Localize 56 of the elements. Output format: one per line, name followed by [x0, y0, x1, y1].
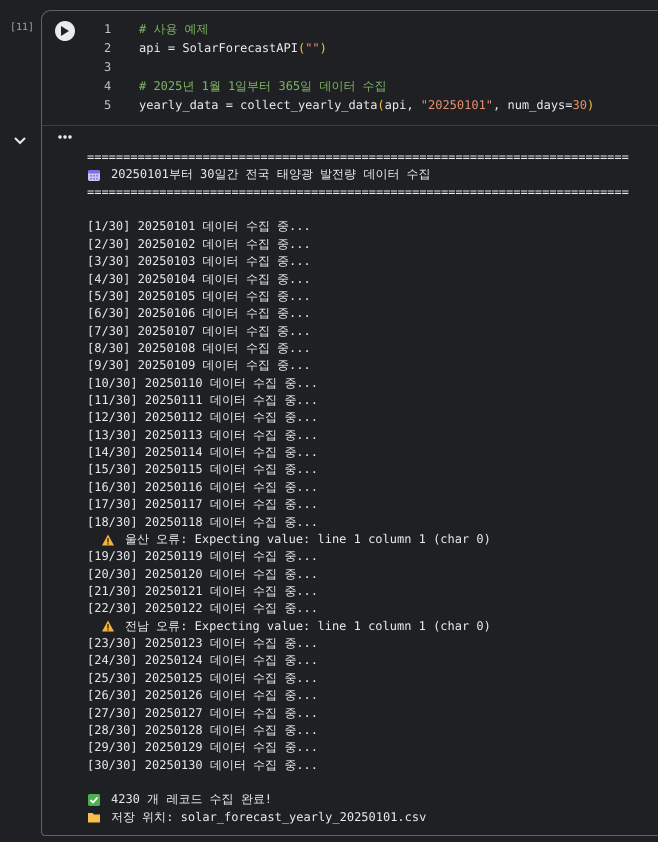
line-number: 4 [103, 78, 112, 95]
line-number: 2 [103, 40, 112, 57]
warning-icon [101, 619, 115, 634]
collapse-chevron-icon[interactable] [14, 137, 26, 145]
output-text: [24/30] 20250124 데이터 수집 중... [87, 652, 318, 670]
output-text: [2/30] 20250102 데이터 수집 중... [87, 236, 311, 253]
calendar-icon [87, 168, 101, 182]
output-text: [16/30] 20250116 데이터 수집 중... [87, 478, 318, 496]
line-number: 1 [103, 21, 112, 38]
code-comment: # 2025년 1월 1일부터 365일 데이터 수집 [138, 78, 387, 95]
output-text: [18/30] 20250118 데이터 수집 중... [87, 514, 318, 531]
more-icon[interactable] [58, 135, 72, 139]
output-text: [7/30] 20250107 데이터 수집 중... [87, 322, 311, 340]
output-text: 20250101부터 30일간 전국 태양광 발전량 데이터 수집 [111, 166, 431, 184]
line-number: 5 [103, 97, 112, 114]
check-mark-icon [87, 792, 101, 807]
code-line: yearly_data = collect_yearly_data(api, "20250101", num_days=30) [138, 97, 594, 114]
output-text: [14/30] 20250114 데이터 수집 중... [87, 444, 318, 462]
output-text: [6/30] 20250106 데이터 수집 중... [87, 305, 311, 322]
output-text: [3/30] 20250103 데이터 수집 중... [87, 253, 311, 270]
output-text: [23/30] 20250123 데이터 수집 중... [87, 635, 318, 652]
output-text: [20/30] 20250120 데이터 수집 중... [87, 566, 318, 583]
output-text: [4/30] 20250104 데이터 수집 중... [87, 270, 311, 288]
output-text: [26/30] 20250126 데이터 수집 중... [87, 687, 318, 704]
output-text: [30/30] 20250130 데이터 수집 중... [87, 756, 318, 774]
execution-count: [11] [10, 22, 34, 33]
output-text: [5/30] 20250105 데이터 수집 중... [87, 288, 311, 305]
folder-icon [87, 810, 101, 824]
output-text: [19/30] 20250119 데이터 수집 중... [87, 548, 318, 566]
code-line: api = SolarForecastAPI("") [138, 40, 327, 57]
output-text: [15/30] 20250115 데이터 수집 중... [87, 461, 318, 478]
output-text: 저장 위치: solar_forecast_yearly_20250101.csv [111, 808, 426, 826]
output-text: [13/30] 20250113 데이터 수집 중... [87, 426, 318, 444]
output-text: [28/30] 20250128 데이터 수집 중... [87, 722, 318, 739]
output-text: [22/30] 20250122 데이터 수집 중... [87, 600, 318, 618]
output-text: [8/30] 20250108 데이터 수집 중... [87, 340, 311, 357]
output-text: [25/30] 20250125 데이터 수집 중... [87, 670, 318, 687]
output-text: [10/30] 20250110 데이터 수집 중... [87, 374, 318, 392]
separator-line-text: =========================================================================== [87, 184, 629, 201]
play-icon [60, 26, 68, 36]
output-text: [11/30] 20250111 데이터 수집 중... [87, 392, 318, 410]
output-text: [12/30] 20250112 데이터 수집 중... [87, 409, 318, 426]
output-text: 울산 오류: Expecting value: line 1 column 1 (char 0) [125, 530, 491, 548]
output-text: 4230 개 레코드 수집 완료! [111, 791, 272, 808]
output-text: [9/30] 20250109 데이터 수집 중... [87, 357, 311, 374]
output-text: [1/30] 20250101 데이터 수집 중... [87, 218, 311, 236]
warning-icon [101, 532, 115, 547]
output-text: [29/30] 20250129 데이터 수집 중... [87, 739, 318, 756]
output-text: 전남 오류: Expecting value: line 1 column 1 (char 0) [125, 618, 491, 635]
output-text: [27/30] 20250127 데이터 수집 중... [87, 704, 318, 722]
output-text: [17/30] 20250117 데이터 수집 중... [87, 496, 318, 514]
separator-line-text: =========================================================================== [87, 149, 629, 166]
run-button[interactable] [54, 21, 74, 41]
output-text: [21/30] 20250121 데이터 수집 중... [87, 582, 318, 600]
line-number: 3 [103, 59, 112, 76]
code-comment: # 사용 예제 [138, 21, 209, 38]
